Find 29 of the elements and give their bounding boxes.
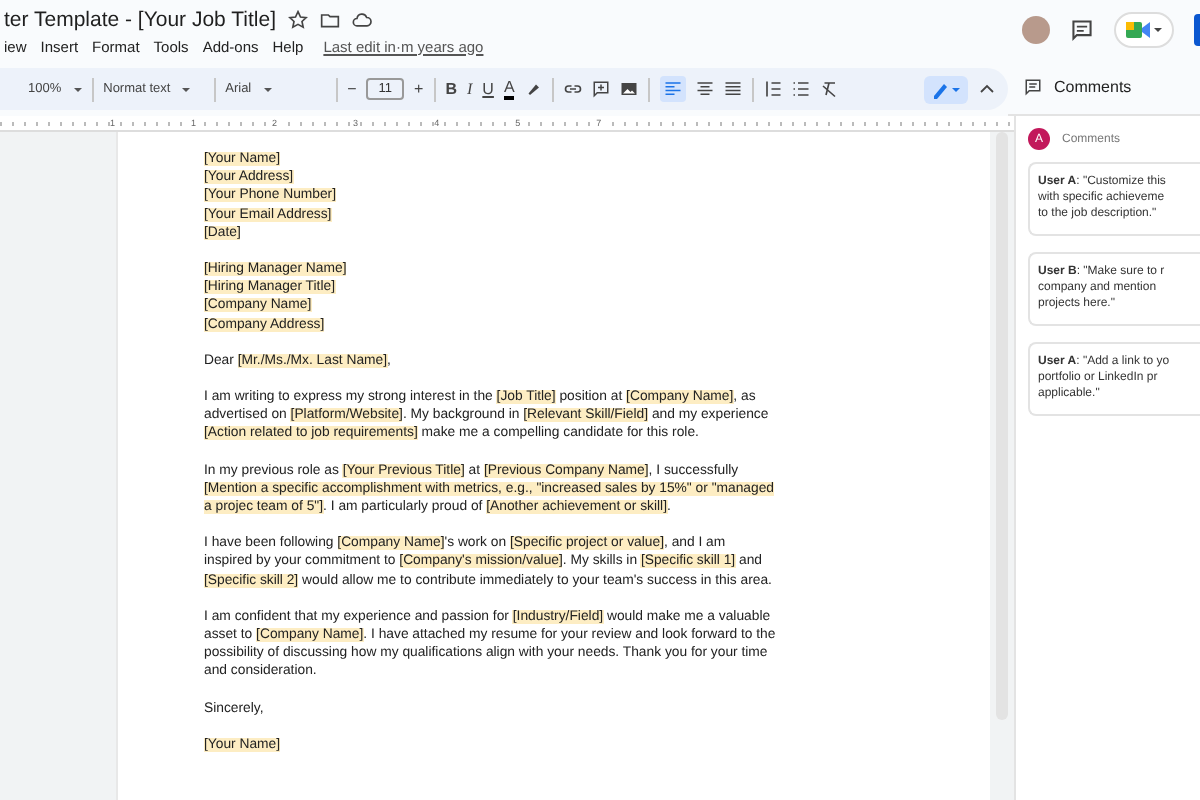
bold-button[interactable]: B (445, 80, 457, 98)
italic-button[interactable]: I (467, 80, 473, 98)
cloud-icon[interactable] (352, 9, 372, 29)
panel-title: Comments (1054, 78, 1132, 96)
scrollbar[interactable] (996, 132, 1008, 720)
list-icon[interactable] (792, 80, 811, 98)
increase-font-button[interactable]: + (414, 80, 424, 98)
comment-icon (1024, 78, 1042, 96)
folder-icon[interactable] (320, 9, 340, 29)
editing-mode-icon[interactable] (924, 75, 968, 103)
align-center-icon[interactable] (696, 80, 715, 98)
camera-icon (1126, 20, 1150, 40)
underline-button[interactable]: U (482, 80, 494, 98)
decrease-font-button[interactable]: − (347, 80, 357, 98)
justify-icon[interactable] (724, 80, 743, 98)
highlighter-icon[interactable] (524, 80, 543, 98)
image-icon[interactable] (620, 80, 639, 98)
add-comment-icon[interactable] (592, 80, 611, 98)
align-left-icon[interactable] (660, 76, 687, 102)
document-title[interactable]: ter Template - [Your Job Title] (4, 7, 276, 31)
collapse-icon[interactable] (978, 80, 996, 98)
share-button[interactable] (1194, 14, 1200, 46)
clear-formatting-icon[interactable] (820, 80, 839, 98)
star-icon[interactable] (288, 9, 308, 29)
line-spacing-icon[interactable] (764, 80, 783, 98)
text-color-button[interactable]: A (503, 79, 515, 99)
video-call-button[interactable] (1114, 12, 1174, 48)
comment-icon[interactable] (1070, 18, 1094, 42)
link-icon[interactable] (564, 80, 583, 98)
